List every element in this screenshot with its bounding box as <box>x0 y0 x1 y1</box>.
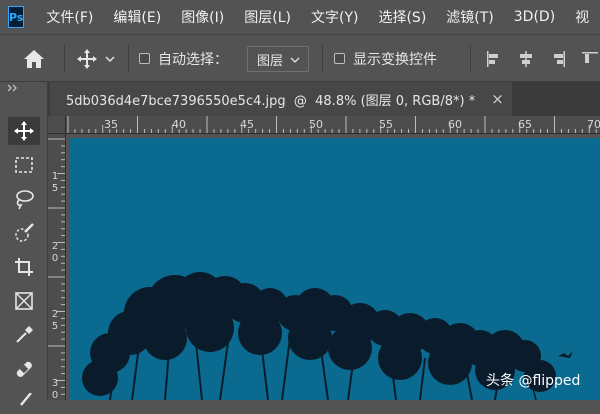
document-tab[interactable]: 5db036d4e7bce7396550e5c4.jpg @ 48.8% (图层… <box>50 82 512 116</box>
marquee-icon <box>15 157 33 173</box>
menu-layer[interactable]: 图层(L) <box>244 7 291 27</box>
menu-select[interactable]: 选择(S) <box>378 7 426 27</box>
auto-select-dropdown[interactable]: 图层 <box>247 46 309 72</box>
menu-type[interactable]: 文字(Y) <box>311 7 358 27</box>
menu-image[interactable]: 图像(I) <box>181 7 224 27</box>
home-icon <box>24 49 44 68</box>
tree-canopy <box>328 326 372 370</box>
lasso-icon <box>16 190 34 210</box>
align-left-button[interactable] <box>484 35 504 82</box>
tool-lasso[interactable] <box>8 185 40 213</box>
watermark: 头条 @flipped <box>486 373 581 389</box>
align-top-button[interactable] <box>580 35 600 82</box>
tool-preset-picker[interactable] <box>76 35 116 82</box>
tool-crop[interactable] <box>8 253 40 281</box>
crop-icon <box>15 258 33 276</box>
ruler-label-15-b: 5 <box>51 183 59 194</box>
ruler-origin[interactable] <box>48 116 66 134</box>
auto-select-value: 图层 <box>257 53 284 69</box>
ruler-label-20-b: 0 <box>51 253 59 264</box>
align-right-button[interactable] <box>548 35 568 82</box>
auto-select-checkbox[interactable] <box>139 53 150 64</box>
ruler-label-15-a: 1 <box>51 171 59 182</box>
menu-3d[interactable]: 3D(D) <box>514 9 555 25</box>
align-right-icon <box>554 50 565 67</box>
separator <box>470 45 471 73</box>
close-tab-icon[interactable]: × <box>491 90 504 108</box>
home-button[interactable] <box>22 35 46 82</box>
chevron-down-icon <box>290 57 300 63</box>
tool-move[interactable] <box>8 117 40 145</box>
show-transform-toggle[interactable]: 显示变换控件 <box>334 35 437 82</box>
bird-silhouette <box>558 351 573 358</box>
align-horizontal-center-icon <box>520 50 532 67</box>
ruler-label-50: 50 <box>309 118 323 131</box>
vertical-ruler[interactable]: 1 5 2 0 2 5 3 0 <box>48 134 66 400</box>
menu-bar: Ps 文件(F) 编辑(E) 图像(I) 图层(L) 文字(Y) 选择(S) 滤… <box>0 0 600 34</box>
tool-quick-selection[interactable] <box>8 219 40 247</box>
move-icon <box>77 48 97 69</box>
menu-edit[interactable]: 编辑(E) <box>113 7 161 27</box>
separator <box>64 45 65 73</box>
tree-canopy <box>378 336 422 380</box>
tree-canopy <box>288 316 332 360</box>
align-left-icon <box>487 50 498 67</box>
separator <box>322 45 323 73</box>
collapse-chevrons-icon[interactable] <box>6 84 22 92</box>
chevron-down-icon <box>105 56 115 62</box>
auto-select-toggle[interactable]: 自动选择： <box>139 35 228 82</box>
ruler-label-25-b: 5 <box>51 321 59 332</box>
tool-marquee[interactable] <box>8 151 40 179</box>
document-tab-title: 5db036d4e7bce7396550e5c4.jpg @ 48.8% (图层… <box>66 93 476 109</box>
tools-panel <box>0 82 48 406</box>
menu-view[interactable]: 视 <box>575 7 589 27</box>
menu-filter[interactable]: 滤镜(T) <box>446 7 493 27</box>
ruler-label-35: 35 <box>104 118 118 131</box>
ruler-label-55: 55 <box>379 118 393 131</box>
horizontal-ruler[interactable]: 35 40 45 50 55 60 65 70 <box>66 116 600 134</box>
ruler-label-20-a: 2 <box>51 241 59 252</box>
photoshop-logo[interactable]: Ps <box>8 6 25 28</box>
document-canvas[interactable] <box>70 138 600 400</box>
ruler-label-25-a: 2 <box>51 309 59 320</box>
eyedropper-icon <box>16 326 33 343</box>
tool-eyedropper[interactable] <box>8 321 40 349</box>
ruler-label-45: 45 <box>240 118 254 131</box>
ruler-label-70: 70 <box>587 118 600 131</box>
separator <box>128 45 129 73</box>
align-top-icon <box>582 51 598 63</box>
tree-trunk <box>281 337 291 400</box>
ruler-label-40: 40 <box>172 118 186 131</box>
show-transform-label: 显示变换控件 <box>353 51 437 68</box>
auto-select-label: 自动选择： <box>158 51 228 68</box>
ruler-label-30-a: 3 <box>51 378 59 389</box>
ruler-label-30-b: 0 <box>51 390 59 401</box>
quick-selection-icon <box>15 223 34 242</box>
tool-brush[interactable] <box>8 386 40 414</box>
align-horizontal-center-button[interactable] <box>516 35 536 82</box>
tool-healing-brush[interactable] <box>8 355 40 383</box>
move-tool-icon <box>14 121 34 141</box>
tree-canopy <box>143 316 187 360</box>
options-bar: 自动选择： 图层 显示变换控件 <box>0 34 600 82</box>
show-transform-checkbox[interactable] <box>334 53 345 64</box>
ruler-label-65: 65 <box>518 118 532 131</box>
frame-icon <box>15 292 33 310</box>
tree-silhouette-image <box>82 272 573 400</box>
bandage-icon <box>16 361 32 377</box>
document-tab-bar: 5db036d4e7bce7396550e5c4.jpg @ 48.8% (图层… <box>48 82 600 116</box>
tool-frame[interactable] <box>8 287 40 315</box>
brush-icon <box>20 393 32 406</box>
menu-file[interactable]: 文件(F) <box>46 7 93 27</box>
ruler-label-60: 60 <box>448 118 462 131</box>
